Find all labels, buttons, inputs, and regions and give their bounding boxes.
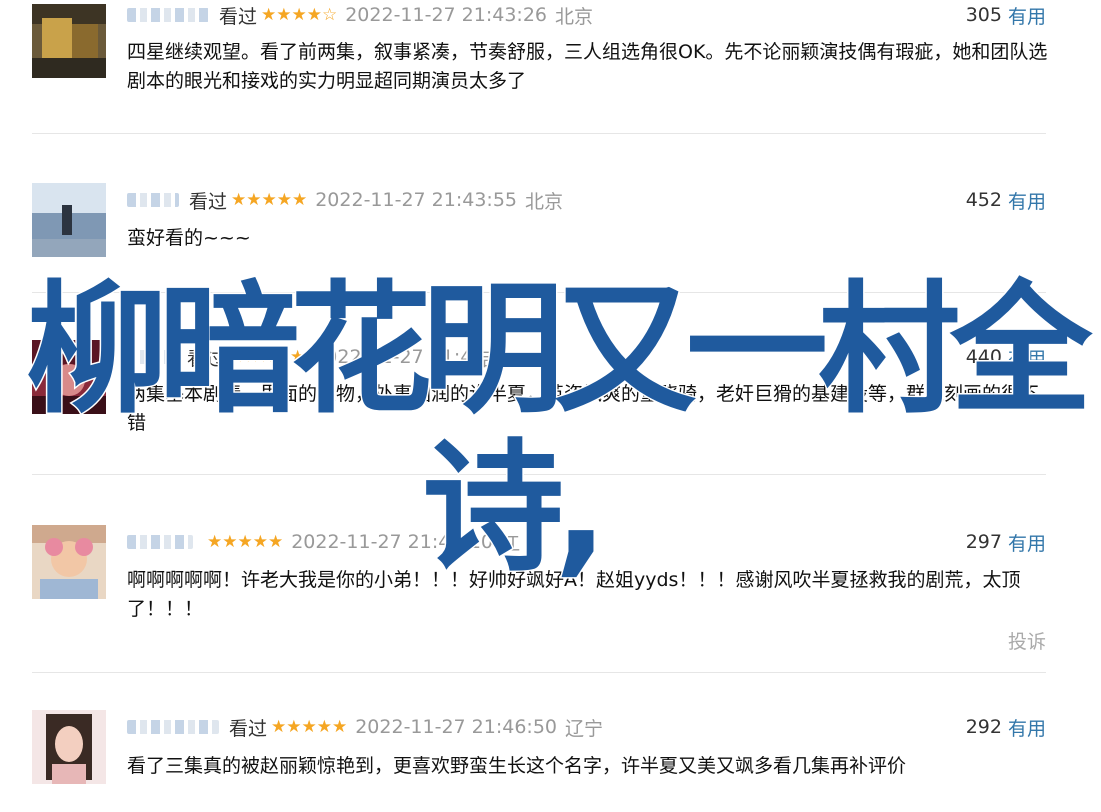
rating-stars: ★★★★☆ (261, 5, 338, 25)
useful-votes: 305 有用 (965, 2, 1046, 29)
useful-button[interactable]: 有用 (1008, 714, 1046, 741)
rating-stars: ★★★★★ (231, 190, 308, 210)
review-meta: 看过 ★★★★★ 2022-11-27 21:46:50 辽宁 (127, 715, 604, 740)
useful-votes: 292 有用 (965, 714, 1046, 741)
review-content: 蛮好看的~~~ (127, 227, 251, 249)
useful-button[interactable]: 有用 (1008, 2, 1046, 29)
review-timestamp: 2022-11-27 21:46:50 (355, 716, 558, 738)
avatar[interactable] (32, 183, 106, 257)
review-content: 四星继续观望。看了前两集，叙事紧凑，节奏舒服，三人组选角很OK。先不论丽颖演技偶… (127, 41, 1048, 92)
review-content: 看了三集真的被赵丽颖惊艳到，更喜欢野蛮生长这个名字，许半夏又美又飒多看几集再补评… (127, 755, 907, 777)
username[interactable] (127, 8, 209, 22)
watched-status: 看过 (189, 190, 228, 213)
review-location: 北京 (555, 5, 594, 28)
vote-count: 292 (965, 716, 1002, 738)
overlay-title-line2: 诗, (421, 426, 610, 591)
avatar[interactable] (32, 4, 106, 78)
watched-status: 看过 (219, 5, 258, 28)
username[interactable] (127, 193, 179, 207)
username[interactable] (127, 720, 219, 734)
watched-status: 看过 (229, 717, 268, 740)
divider (32, 672, 1046, 673)
review-meta: 看过 ★★★★★ 2022-11-27 21:43:55 北京 (127, 188, 564, 213)
vote-count: 305 (965, 4, 1002, 26)
review-meta: 看过 ★★★★☆ 2022-11-27 21:43:26 北京 (127, 3, 594, 28)
review-location: 辽宁 (565, 717, 604, 740)
vote-count: 452 (965, 189, 1002, 211)
divider (32, 133, 1046, 134)
useful-votes: 452 有用 (965, 187, 1046, 214)
rating-stars: ★★★★★ (271, 717, 348, 737)
review-page: 看过 ★★★★☆ 2022-11-27 21:43:26 北京 305 有用 四… (0, 0, 1101, 812)
overlay-title: 柳暗花明又一村全 诗, (25, 270, 1101, 591)
report-button[interactable]: 投诉 (1008, 627, 1046, 654)
avatar[interactable] (32, 710, 106, 784)
review-location: 北京 (525, 190, 564, 213)
review-timestamp: 2022-11-27 21:43:55 (315, 189, 518, 211)
useful-button[interactable]: 有用 (1008, 187, 1046, 214)
overlay-title-line1: 柳暗花明又一村全 (25, 268, 1094, 433)
review-timestamp: 2022-11-27 21:43:26 (345, 4, 548, 26)
